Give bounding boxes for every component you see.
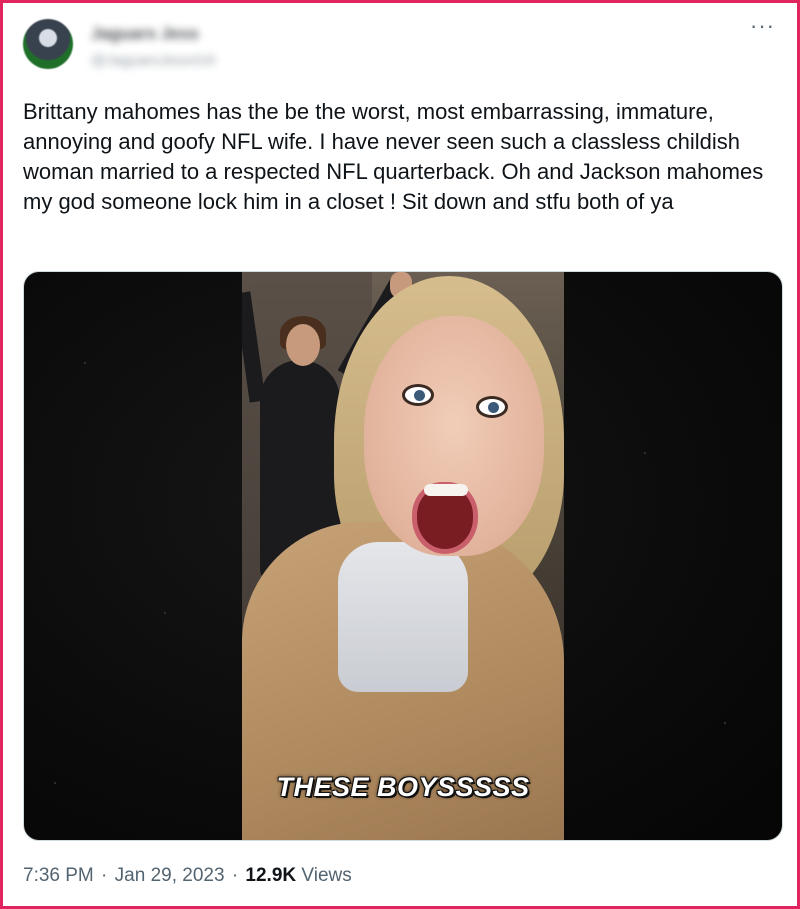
tweet-time[interactable]: 7:36 PM	[23, 865, 94, 886]
meta-separator: ·	[101, 865, 108, 886]
photo-subject-teeth	[424, 484, 468, 496]
media-noise	[84, 362, 86, 364]
media-caption: THESE BOYSSSSS	[276, 772, 530, 802]
photo-subject-eye	[476, 396, 508, 418]
tweet-media[interactable]: THESE BOYSSSSS	[23, 271, 783, 841]
author-handle[interactable]: @JaguarsJess416	[91, 51, 215, 71]
tweet-meta: 7:36 PM · Jan 29, 2023 · 12.9K Views	[23, 865, 352, 887]
media-photo	[242, 272, 564, 840]
photo-subject-eye	[402, 384, 434, 406]
author-display-name[interactable]: Jaguars Jess	[91, 23, 215, 45]
views-count[interactable]: 12.9K	[245, 865, 296, 886]
author-avatar[interactable]	[23, 19, 73, 69]
views-label: Views	[301, 865, 352, 886]
photo-background-person-head	[286, 324, 320, 366]
tweet-text: Brittany mahomes has the be the worst, m…	[23, 99, 764, 214]
tweet-card: Jaguars Jess @JaguarsJess416 ··· Brittan…	[0, 0, 800, 909]
meta-separator: ·	[231, 865, 239, 886]
more-options-icon[interactable]: ···	[750, 15, 775, 37]
media-noise	[724, 722, 726, 724]
media-noise	[54, 782, 56, 784]
media-noise	[644, 452, 646, 454]
author-info: Jaguars Jess @JaguarsJess416	[91, 23, 215, 71]
tweet-date[interactable]: Jan 29, 2023	[115, 865, 225, 886]
photo-subject-turtleneck	[338, 542, 468, 692]
media-noise	[164, 612, 166, 614]
